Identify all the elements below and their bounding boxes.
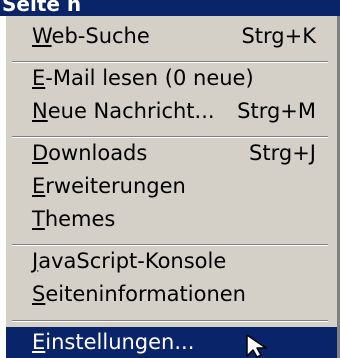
menu-item-label: Downloads bbox=[32, 141, 148, 165]
menu-separator bbox=[12, 320, 328, 322]
menu-item-shortcut: Strg+M bbox=[237, 99, 316, 123]
menu-item-neue-nachricht[interactable]: Neue Nachricht... Strg+M bbox=[32, 95, 328, 128]
menu-item-downloads[interactable]: Downloads Strg+J bbox=[32, 137, 328, 170]
menu-item-label: Seiteninformationen bbox=[32, 282, 246, 306]
menu-item-web-suche[interactable]: Web-Suche Strg+K bbox=[32, 20, 328, 53]
menu-item-label: Neue Nachricht... bbox=[32, 99, 215, 123]
menu-item-seiteninformationen[interactable]: Seiteninformationen bbox=[32, 278, 328, 311]
menu-edge-left bbox=[0, 16, 6, 358]
menu-item-erweiterungen[interactable]: Erweiterungen bbox=[32, 170, 328, 203]
menu-item-label: Themes bbox=[32, 207, 116, 231]
menu-item-label: E-Mail lesen (0 neue) bbox=[32, 66, 254, 90]
menu-item-email-lesen[interactable]: E-Mail lesen (0 neue) bbox=[32, 62, 328, 95]
menu-item-shortcut: Strg+K bbox=[241, 24, 316, 48]
menu-item-label: Erweiterungen bbox=[32, 174, 186, 198]
menu-item-javascript-konsole[interactable]: JavaScript-Konsole bbox=[32, 245, 328, 278]
menubar-strip: Seite n bbox=[0, 0, 340, 16]
menu-item-shortcut: Strg+J bbox=[249, 141, 316, 165]
menu-item-label: Web-Suche bbox=[32, 24, 150, 48]
menu-item-label: Einstellungen... bbox=[32, 330, 195, 354]
menu-item-themes[interactable]: Themes bbox=[32, 203, 328, 236]
arrow-cursor-icon bbox=[246, 334, 267, 358]
menu-item-label: JavaScript-Konsole bbox=[32, 249, 227, 273]
menubar-label: Seite n bbox=[2, 0, 82, 16]
